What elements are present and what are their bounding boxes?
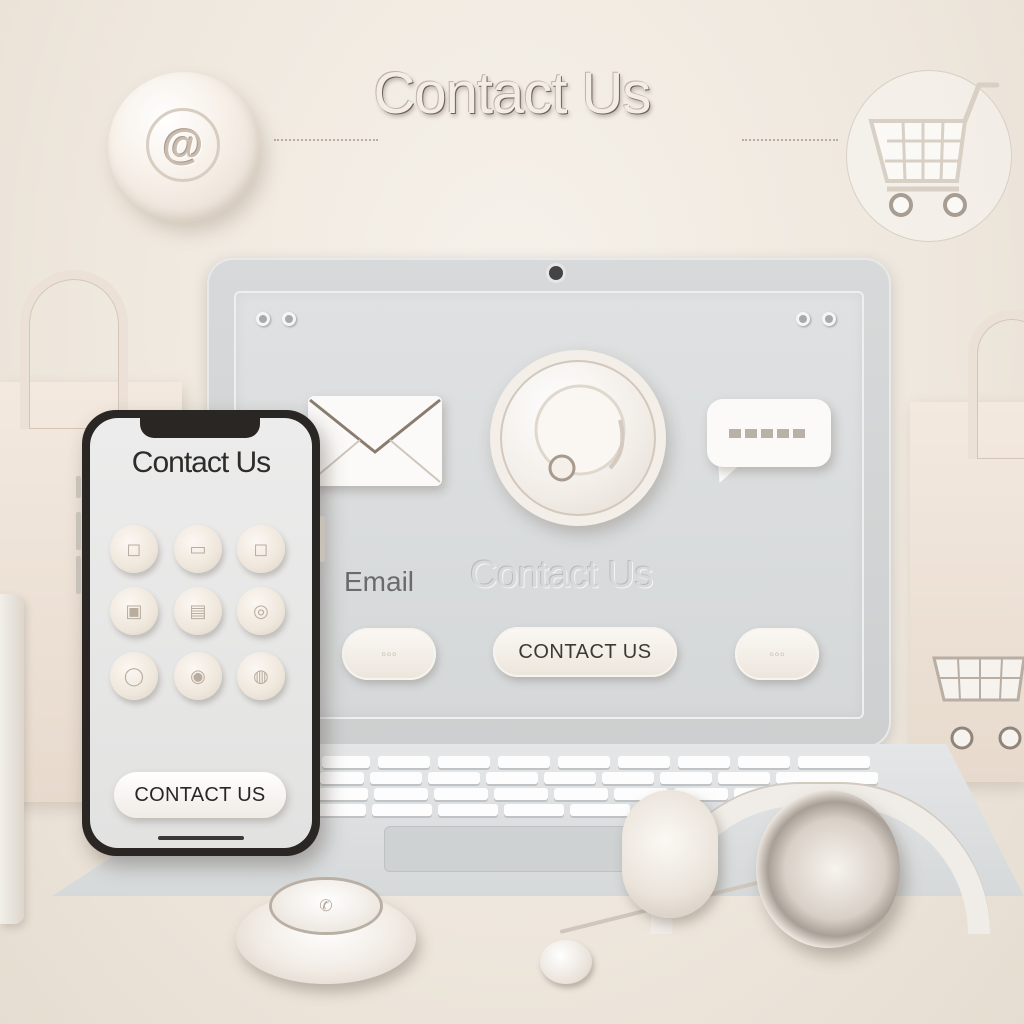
window-control-dot[interactable]: [256, 312, 270, 326]
bag-handle-left: [20, 270, 128, 429]
phone-side-button[interactable]: [76, 556, 81, 594]
app-icon-3[interactable]: ◻: [237, 525, 285, 573]
phone-power-button[interactable]: [320, 516, 325, 562]
app-icon-6[interactable]: ◎: [237, 587, 285, 635]
shopping-cart-badge[interactable]: [846, 70, 1012, 242]
phone-side-button[interactable]: [76, 476, 81, 498]
app-icon-1[interactable]: ◻: [110, 525, 158, 573]
bag-handle-right: [968, 310, 1024, 459]
phone-contact-us-button[interactable]: CONTACT US: [114, 772, 286, 818]
phone-notch: [140, 418, 260, 438]
app-icon-4[interactable]: ▣: [110, 587, 158, 635]
cylinder-object: [0, 594, 24, 924]
headset-icon[interactable]: [490, 350, 666, 526]
at-sign-badge[interactable]: @: [108, 72, 260, 222]
email-label: Email: [344, 566, 415, 597]
phone-side-button[interactable]: [76, 512, 81, 550]
app-icon-2[interactable]: ▭: [174, 525, 222, 573]
app-icon-5[interactable]: ▤: [174, 587, 222, 635]
window-control-dot[interactable]: [822, 312, 836, 326]
chat-action-button[interactable]: ◦◦◦: [735, 628, 819, 680]
screen-title: Contact Us: [470, 554, 653, 596]
shopping-cart-icon: [868, 82, 1000, 217]
microphone-icon: [540, 940, 592, 984]
chat-bubble-icon[interactable]: [707, 399, 831, 467]
link-icon: ◦◦◦: [381, 645, 397, 663]
dotted-divider-right: [742, 139, 838, 141]
phone-title: Contact Us: [131, 446, 271, 479]
phone-home-indicator[interactable]: [158, 836, 244, 840]
headphone-cup-left: [622, 790, 718, 918]
app-icon-8[interactable]: ◉: [174, 652, 222, 700]
phone-icon: ✆: [319, 898, 333, 915]
bag-cart-print-icon: [932, 656, 1024, 750]
at-sign-icon: @: [146, 108, 220, 182]
chat-text-dashes: [729, 429, 809, 438]
window-control-dot[interactable]: [282, 312, 296, 326]
call-button[interactable]: ✆: [272, 880, 380, 932]
app-icon-7[interactable]: ◯: [110, 652, 158, 700]
contact-us-button[interactable]: CONTACT US: [493, 627, 677, 677]
app-icon-9[interactable]: ◍: [237, 652, 285, 700]
dotted-divider-left: [274, 139, 378, 141]
window-control-dot[interactable]: [796, 312, 810, 326]
webcam-icon: [549, 266, 563, 280]
headphone-cup-right: [756, 790, 900, 948]
email-action-button[interactable]: ◦◦◦: [342, 628, 436, 680]
envelope-icon[interactable]: [308, 396, 442, 486]
link-icon: ◦◦◦: [769, 645, 785, 663]
